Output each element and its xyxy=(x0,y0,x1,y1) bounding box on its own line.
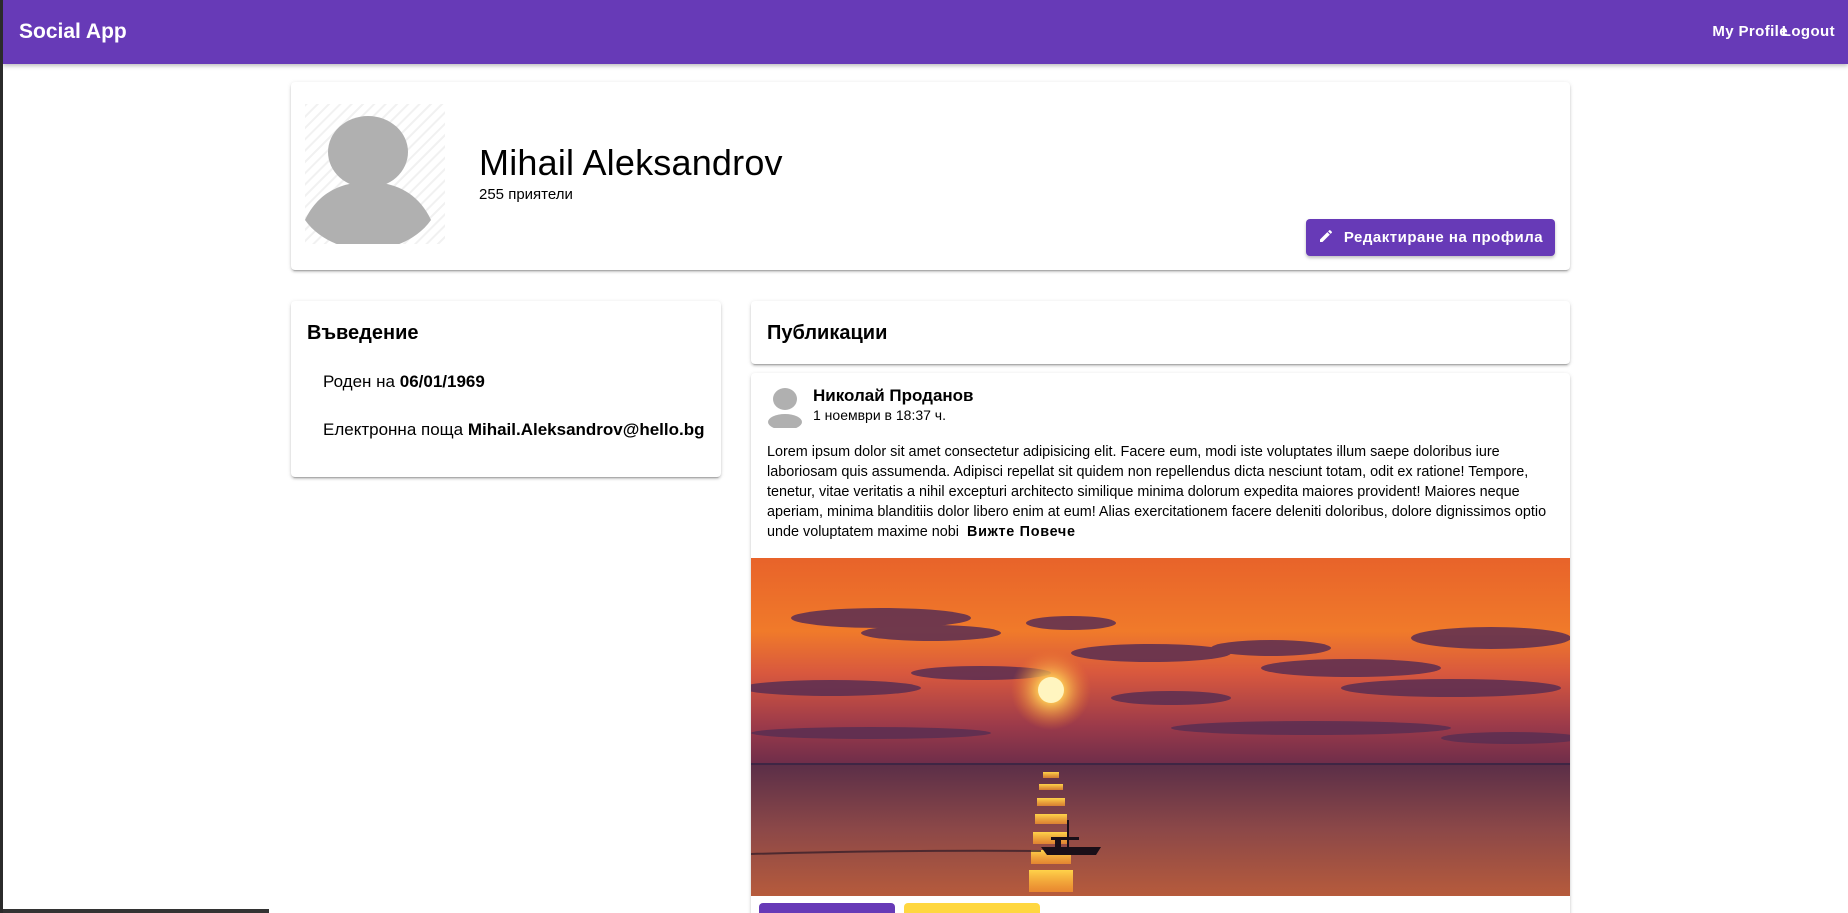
window-edge-bar xyxy=(3,909,269,913)
birth-label: Роден на xyxy=(323,372,396,391)
profile-avatar-icon[interactable] xyxy=(305,104,445,244)
pencil-icon xyxy=(1318,228,1334,248)
email-label: Електронна поща xyxy=(323,420,464,439)
author-avatar-icon[interactable] xyxy=(767,386,803,430)
post-image-sunset[interactable] xyxy=(751,558,1570,896)
app-window: Social App My Profile Logout Mihail Alek… xyxy=(0,0,1848,913)
top-app-bar: Social App My Profile Logout xyxy=(3,0,1848,64)
see-more-link[interactable]: Вижте Повече xyxy=(967,524,1076,540)
intro-card: Въведение Роден на 06/01/1969 Електронна… xyxy=(291,301,721,477)
intro-title: Въведение xyxy=(307,322,419,344)
posts-title: Публикации xyxy=(767,322,888,344)
post-timestamp: 1 ноември в 18:37 ч. xyxy=(813,407,946,423)
app-title[interactable]: Social App xyxy=(19,0,127,64)
email-value: Mihail.Aleksandrov@hello.bg xyxy=(467,420,705,439)
post-text: Lorem ipsum dolor sit amet consectetur a… xyxy=(767,444,1547,540)
post-author[interactable]: Николай Проданов xyxy=(813,386,974,406)
edit-profile-button[interactable]: Редактиране на профила xyxy=(1306,219,1555,256)
post-action-button-accent[interactable] xyxy=(904,903,1040,913)
friends-count[interactable]: 255 приятели xyxy=(479,186,573,203)
post-card: Николай Проданов 1 ноември в 18:37 ч. Lo… xyxy=(751,373,1570,913)
profile-header-card: Mihail Aleksandrov 255 приятели Редактир… xyxy=(291,82,1570,270)
profile-name: Mihail Aleksandrov xyxy=(479,142,783,183)
my-profile-link[interactable]: My Profile xyxy=(1712,0,1788,64)
birth-value: 06/01/1969 xyxy=(399,372,485,391)
post-body: Lorem ipsum dolor sit amet consectetur a… xyxy=(767,442,1557,542)
email-line: Електронна поща Mihail.Aleksandrov@hello… xyxy=(323,420,705,440)
posts-header-card: Публикации xyxy=(751,301,1570,364)
post-action-button-primary[interactable] xyxy=(759,903,895,913)
edit-profile-label: Редактиране на профила xyxy=(1343,229,1544,246)
logout-link[interactable]: Logout xyxy=(1782,0,1835,64)
birth-date-line: Роден на 06/01/1969 xyxy=(323,372,485,392)
